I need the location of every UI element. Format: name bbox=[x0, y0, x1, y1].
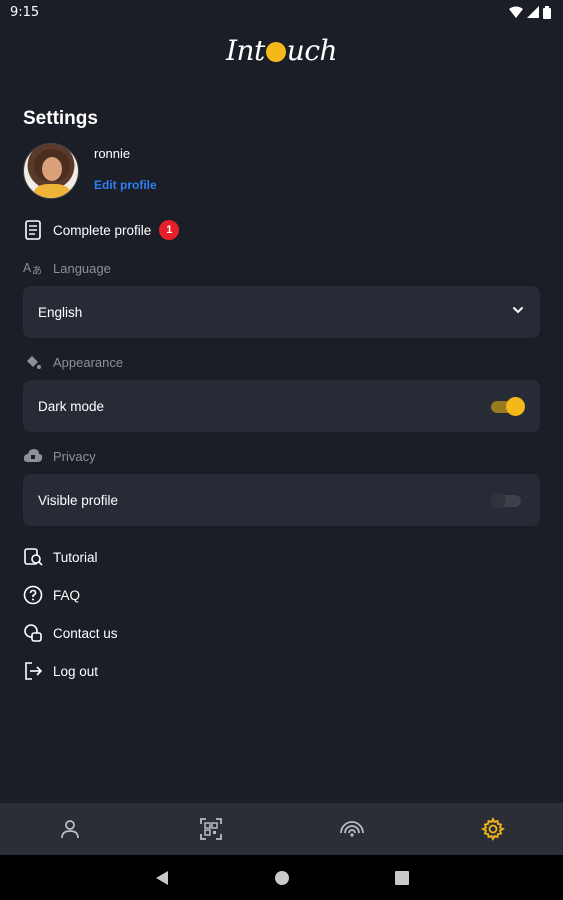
privacy-label: Privacy bbox=[53, 448, 96, 464]
profile-section: ronnie Edit profile bbox=[23, 143, 157, 199]
nav-wireless[interactable] bbox=[322, 803, 382, 855]
dark-mode-label: Dark mode bbox=[38, 398, 105, 414]
language-section-label: Aあ Language bbox=[23, 258, 111, 278]
translate-icon: Aあ bbox=[23, 258, 43, 278]
logout-link[interactable]: Log out bbox=[23, 659, 98, 683]
svg-text:A: A bbox=[23, 261, 32, 275]
visible-profile-toggle[interactable] bbox=[491, 491, 525, 509]
bottom-nav bbox=[0, 803, 563, 855]
language-select[interactable]: English bbox=[23, 286, 540, 338]
appearance-label: Appearance bbox=[53, 354, 124, 370]
username: ronnie bbox=[94, 146, 131, 161]
page-title: Settings bbox=[23, 108, 98, 129]
chevron-down-icon bbox=[511, 303, 525, 322]
back-button[interactable] bbox=[152, 868, 172, 888]
language-label: Language bbox=[53, 260, 111, 276]
wireless-icon bbox=[339, 821, 364, 837]
profile-icon bbox=[61, 820, 80, 839]
complete-profile-label: Complete profile bbox=[53, 222, 152, 238]
recents-square-icon bbox=[394, 870, 409, 885]
signal-icon bbox=[527, 6, 539, 18]
home-button[interactable] bbox=[272, 868, 292, 888]
back-triangle-icon bbox=[155, 870, 168, 885]
faq-link[interactable]: FAQ bbox=[23, 583, 80, 607]
faq-label: FAQ bbox=[53, 587, 81, 603]
nav-profile[interactable] bbox=[40, 803, 100, 855]
tutorial-label: Tutorial bbox=[53, 549, 98, 565]
logout-label: Log out bbox=[53, 663, 99, 679]
tutorial-link[interactable]: Tutorial bbox=[23, 545, 98, 569]
nav-scan[interactable] bbox=[181, 803, 241, 855]
logout-icon bbox=[23, 661, 43, 681]
chat-icon bbox=[23, 623, 43, 643]
language-value: English bbox=[38, 304, 83, 320]
system-nav-bar bbox=[0, 855, 563, 900]
tutorial-icon bbox=[23, 547, 43, 567]
settings-gear-icon bbox=[480, 817, 505, 841]
battery-icon bbox=[543, 5, 551, 19]
status-time: 9:15 bbox=[10, 4, 40, 20]
document-icon bbox=[23, 220, 43, 240]
home-circle-icon bbox=[274, 870, 289, 885]
visible-profile-row: Visible profile bbox=[23, 474, 540, 526]
dark-mode-toggle[interactable] bbox=[491, 397, 525, 416]
cloud-lock-icon bbox=[23, 446, 43, 466]
app-logo: Int uch bbox=[0, 30, 563, 70]
status-icons bbox=[509, 5, 551, 19]
appearance-section-label: Appearance bbox=[23, 352, 123, 372]
logo-mark-icon bbox=[265, 42, 286, 62]
privacy-section-label: Privacy bbox=[23, 446, 96, 466]
nav-settings[interactable] bbox=[463, 803, 523, 855]
recents-button[interactable] bbox=[392, 868, 412, 888]
avatar[interactable] bbox=[23, 143, 79, 199]
edit-profile-link[interactable]: Edit profile bbox=[94, 178, 157, 192]
wifi-icon bbox=[509, 6, 523, 18]
contact-label: Contact us bbox=[53, 625, 118, 641]
status-bar: 9:15 bbox=[0, 0, 563, 24]
visible-profile-label: Visible profile bbox=[38, 492, 119, 508]
complete-profile-row[interactable]: Complete profile 1 bbox=[23, 218, 180, 242]
notification-badge: 1 bbox=[159, 220, 180, 240]
help-circle-icon bbox=[23, 585, 43, 605]
logo-text-right: uch bbox=[286, 33, 338, 67]
qr-scan-icon bbox=[200, 818, 223, 840]
svg-text:あ: あ bbox=[32, 265, 42, 277]
paint-bucket-icon bbox=[23, 352, 43, 372]
logo-text-left: Int bbox=[225, 33, 265, 67]
dark-mode-row: Dark mode bbox=[23, 380, 540, 432]
contact-link[interactable]: Contact us bbox=[23, 621, 118, 645]
